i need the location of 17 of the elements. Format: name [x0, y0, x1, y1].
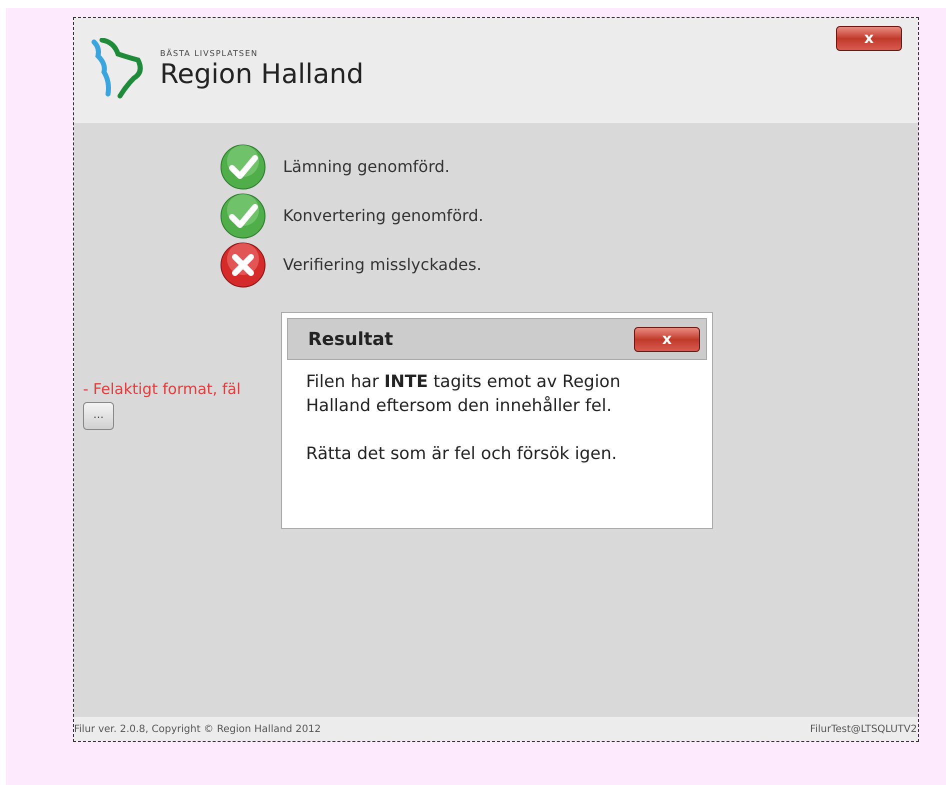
step-label: Konvertering genomförd. — [283, 205, 484, 227]
dialog-title: Resultat — [308, 328, 394, 352]
close-button[interactable]: x — [836, 26, 902, 51]
close-button[interactable]: x — [634, 326, 700, 352]
logo-wordmark: Region Halland — [160, 60, 364, 90]
footer-server: FilurTest@LTSQLUTV2 — [810, 722, 917, 736]
error-icon — [220, 242, 266, 288]
check-icon — [220, 193, 266, 239]
step-label: Verifiering misslyckades. — [283, 254, 482, 276]
check-icon — [220, 144, 266, 190]
error-message: - Felaktigt format, fäl — [83, 379, 241, 400]
browse-button[interactable]: ... — [83, 402, 114, 430]
dialog-message: Rätta det som är fel och försök igen. — [306, 443, 618, 466]
step-label: Lämning genomförd. — [283, 156, 450, 178]
logo-tagline: BÄSTA LIVSPLATSEN — [160, 48, 260, 60]
footer-copyright: Filur ver. 2.0.8, Copyright © Region Halland 2012 — [74, 722, 321, 736]
dialog-message: Filen har INTE tagits emot av Region Halland eftersom den innehåller fel. — [306, 371, 622, 418]
